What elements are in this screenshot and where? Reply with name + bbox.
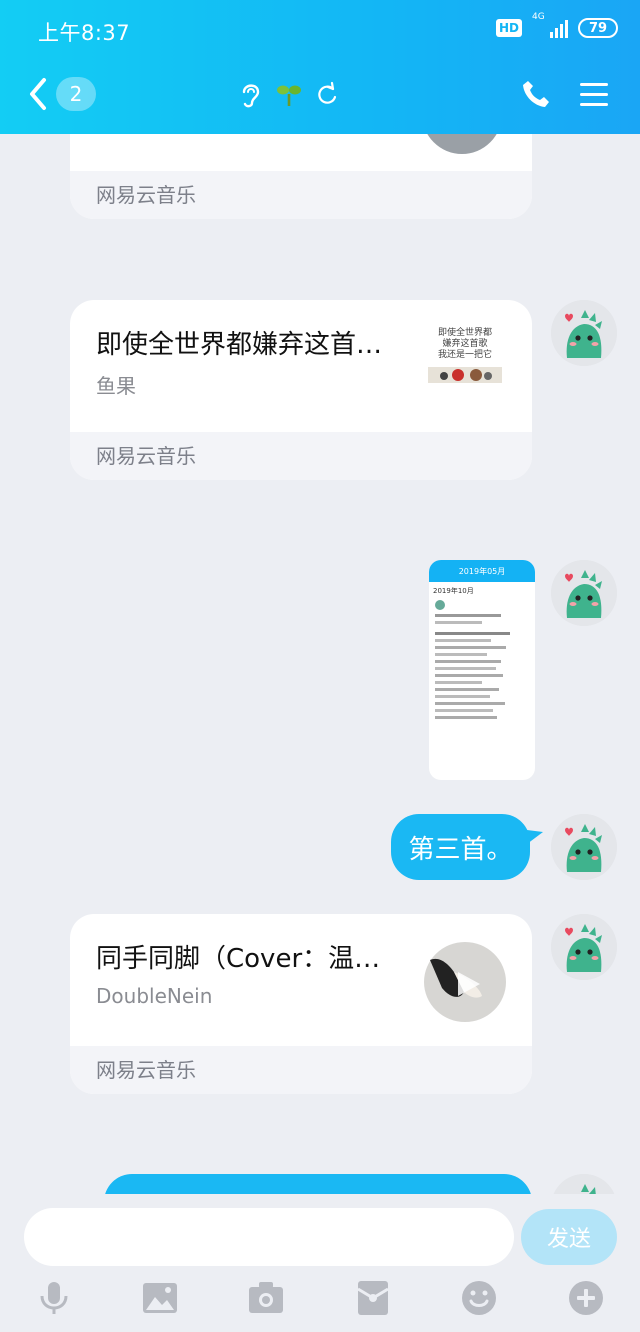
text-message-bubble[interactable]: 第三首。 (391, 814, 530, 880)
dinosaur-avatar-icon (551, 300, 617, 366)
red-packet-icon[interactable] (355, 1280, 391, 1316)
album-cover[interactable] (424, 942, 506, 1022)
menu-icon[interactable] (578, 78, 610, 110)
screenshot-header: 2019年05月 (429, 560, 535, 582)
battery-icon: 79 (578, 18, 618, 38)
chat-area[interactable]: 网易云音乐 即使全世界都嫌弃这首… 鱼果 即使全世界都 嫌弃这首歌 我还是一把它… (0, 134, 640, 1194)
battery-level: 79 (588, 20, 608, 36)
bubble-tail (527, 830, 543, 844)
screenshot-heading: 2019年10月 (433, 587, 474, 595)
music-card[interactable]: 同手同脚（Cover：温… DoubleNein 网易云音乐 (70, 914, 532, 1094)
song-artist: DoubleNein (96, 984, 213, 1008)
song-artist: 鱼果 (96, 374, 136, 398)
dinosaur-avatar-icon (551, 560, 617, 626)
cover-text: 嫌弃这首歌 (442, 339, 488, 349)
chevron-left-icon (30, 78, 46, 110)
image-message[interactable]: 2019年05月 2019年10月 (429, 560, 535, 780)
music-card[interactable]: 网易云音乐 (70, 134, 532, 219)
music-source: 网易云音乐 (70, 432, 532, 480)
avatar[interactable] (551, 914, 617, 980)
play-icon (430, 958, 482, 998)
text-message-bubble[interactable] (104, 1174, 532, 1194)
mic-icon[interactable] (36, 1280, 72, 1316)
network-label: 4G (532, 12, 545, 22)
avatar[interactable] (551, 1174, 617, 1194)
back-button[interactable]: 2 (24, 76, 96, 112)
camera-icon[interactable] (248, 1280, 284, 1316)
header-bar: 上午8:37 HD 4G 79 2 (0, 0, 640, 134)
dinosaur-avatar-icon (551, 914, 617, 980)
send-button[interactable]: 发送 (521, 1209, 617, 1265)
emoji-icon[interactable] (461, 1280, 497, 1316)
screenshot-content (429, 600, 535, 719)
sprout-icon[interactable] (276, 80, 302, 108)
avatar[interactable] (551, 814, 617, 880)
avatar[interactable] (551, 300, 617, 366)
plus-icon[interactable] (568, 1280, 604, 1316)
song-title: 同手同脚（Cover：温… (96, 944, 381, 974)
dinosaur-avatar-icon (553, 1174, 615, 1194)
hd-badge: HD (495, 19, 522, 37)
message-text: 第三首。 (408, 834, 513, 865)
image-icon[interactable] (142, 1280, 178, 1316)
cover-text: 即使全世界都 (437, 328, 492, 338)
ear-icon[interactable] (238, 80, 264, 108)
dinosaur-avatar-icon (551, 814, 617, 880)
music-source: 网易云音乐 (70, 171, 532, 219)
signal-icon: 4G (532, 12, 568, 38)
cover-art-icon (428, 367, 502, 383)
music-source: 网易云音乐 (70, 1046, 532, 1094)
refresh-icon[interactable] (314, 80, 340, 108)
status-time: 上午8:37 (38, 21, 131, 45)
album-cover-icon (422, 134, 502, 154)
phone-icon[interactable] (520, 78, 552, 110)
song-title: 即使全世界都嫌弃这首… (96, 330, 383, 360)
message-input[interactable] (24, 1208, 514, 1266)
cover-text: 我还是一把它 (437, 350, 492, 360)
status-icons: HD 4G 79 (495, 12, 618, 38)
header-status-icons (238, 80, 340, 108)
music-card[interactable]: 即使全世界都嫌弃这首… 鱼果 即使全世界都 嫌弃这首歌 我还是一把它 网易云音乐 (70, 300, 532, 480)
unread-count-badge: 2 (56, 77, 96, 111)
input-bar: 发送 (0, 1194, 640, 1332)
album-cover: 即使全世界都 嫌弃这首歌 我还是一把它 (424, 328, 506, 408)
avatar[interactable] (551, 560, 617, 626)
